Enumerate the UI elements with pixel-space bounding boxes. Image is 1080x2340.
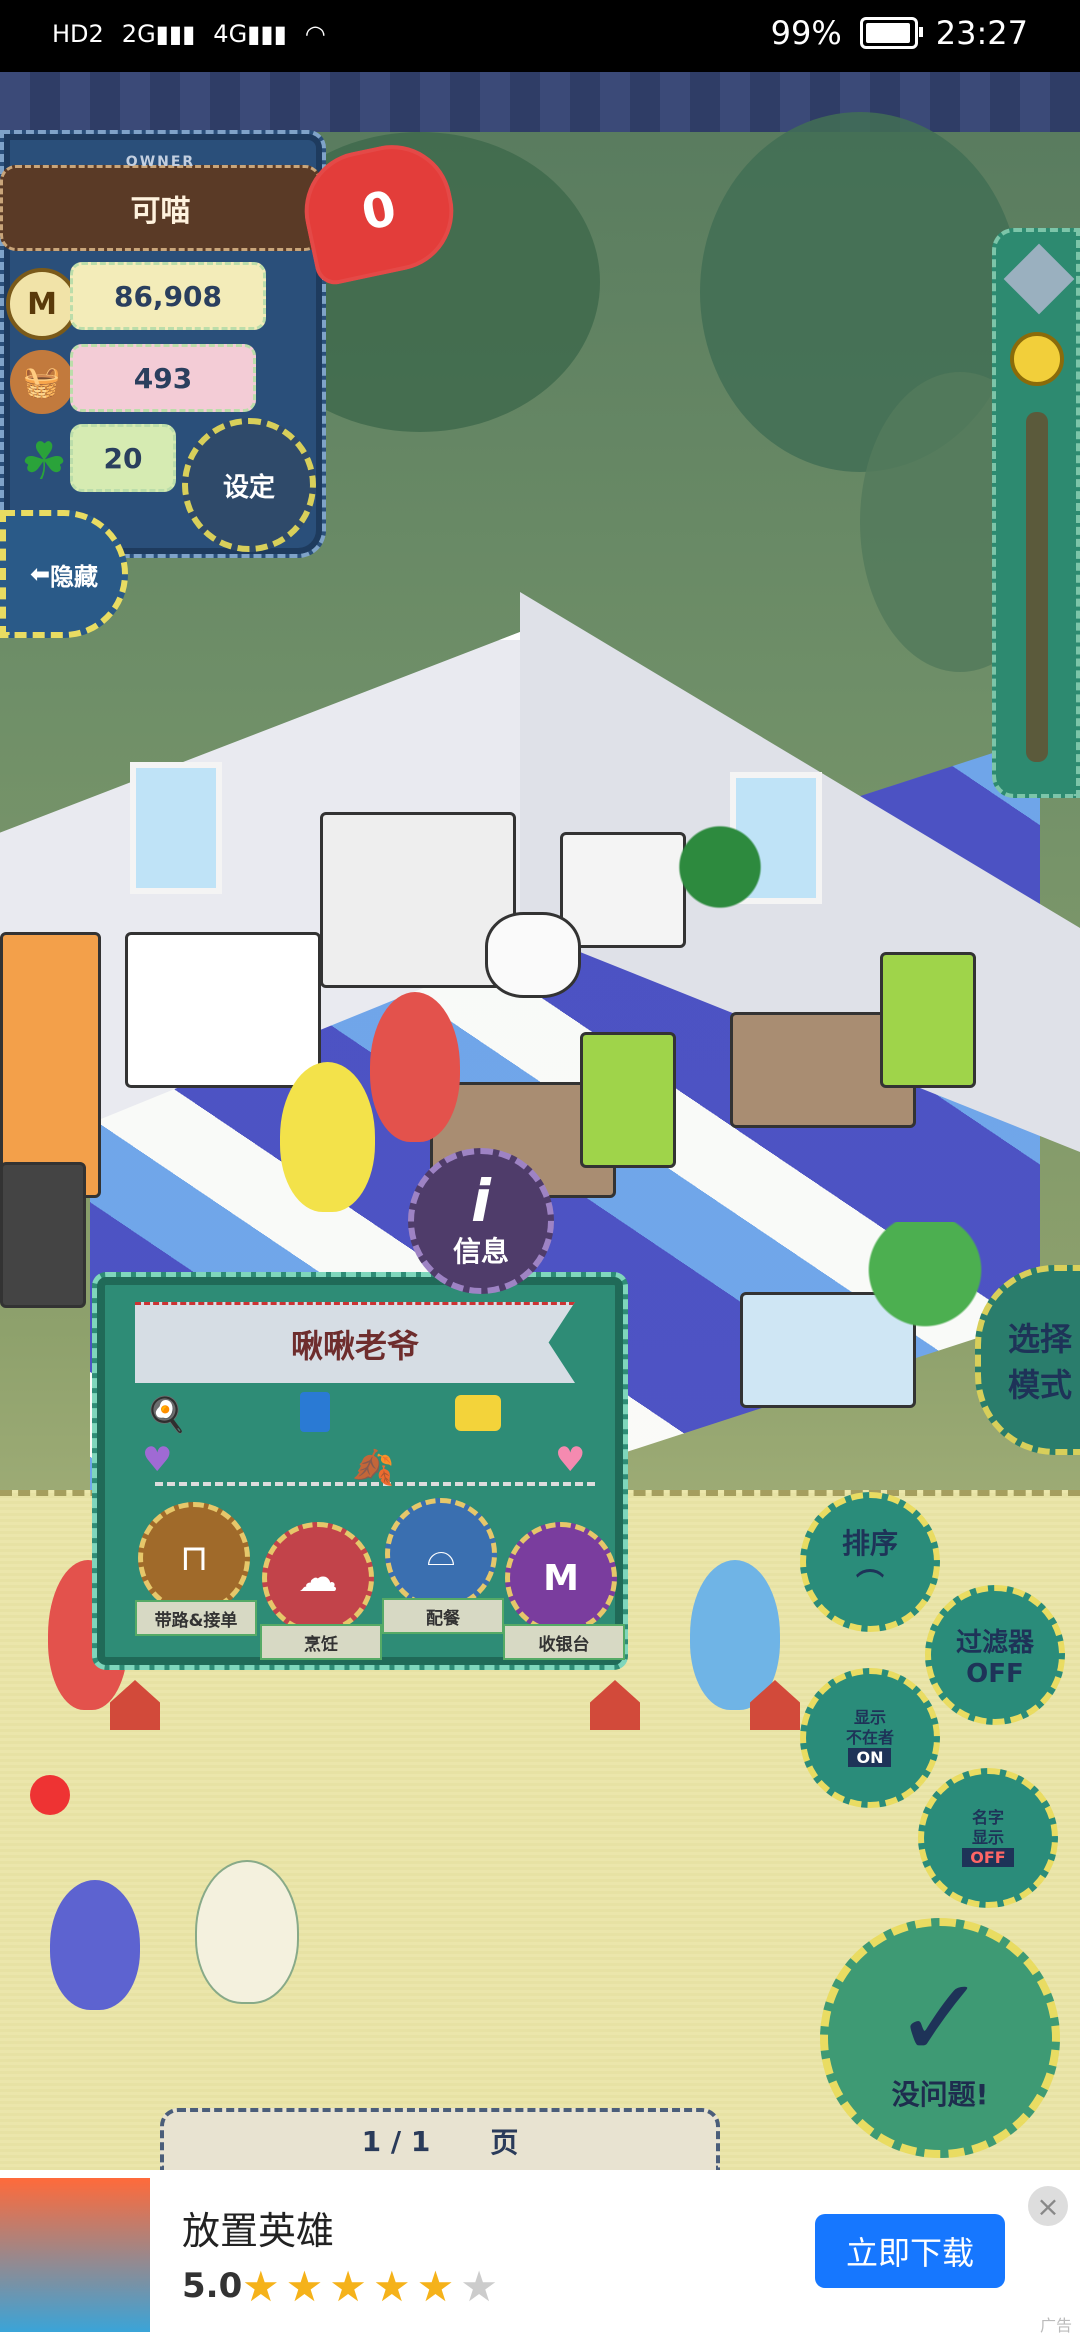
toggle-off-indicator: OFF [962, 1848, 1014, 1867]
close-icon[interactable]: × [1028, 2186, 1068, 2226]
page-unit: 页 [490, 2126, 519, 2159]
staff-character[interactable] [50, 1880, 140, 2010]
heart-icon: ♥ [555, 1440, 586, 1480]
info-icon: i [471, 1167, 491, 1235]
ad-label: 广告 [1039, 2316, 1072, 2335]
owner-tag: OWNER [125, 154, 196, 170]
location-pin-icon [30, 1775, 70, 1815]
mushroom-decoration[interactable] [855, 1222, 995, 1342]
status-bar: HD2 2G▮▮▮ 4G▮▮▮ ◠ 99% 23:27 [0, 0, 1080, 72]
ad-banner[interactable]: 放置英雄 5.0 ★★★★★★ 立即下载 × 广告 [0, 2170, 1080, 2340]
signal-4g-icon: 4G▮▮▮ [213, 20, 287, 48]
skill-cooking-button[interactable]: ☁ [262, 1522, 374, 1634]
coin-counter: 86,908 [70, 262, 266, 330]
sort-button[interactable]: 排序 ⌒ [800, 1492, 940, 1632]
clover-icon: ☘ [20, 432, 68, 492]
sun-icon[interactable] [1010, 332, 1064, 386]
chef-hat-icon: ☁ [298, 1555, 338, 1601]
skill-guide-order-button[interactable]: ⊓ [138, 1502, 250, 1614]
settings-button[interactable]: 设定 [182, 418, 316, 552]
book-icon [300, 1392, 330, 1432]
staff-character[interactable] [690, 1560, 780, 1710]
rice-cooker[interactable] [485, 912, 581, 998]
food-basket-icon: 🧺 [10, 350, 74, 414]
clover-value: 20 [103, 441, 143, 475]
battery-percent: 99% [770, 14, 842, 52]
cheese-icon [455, 1395, 501, 1431]
kitchen-cabinet[interactable] [125, 932, 321, 1088]
serving-icon: ⌓ [426, 1533, 456, 1574]
confirm-button[interactable]: ✓ 没问题! [820, 1918, 1060, 2158]
skill-serving-button[interactable]: ⌓ [385, 1498, 497, 1610]
cube-icon [1003, 243, 1075, 315]
skill-label: 烹饪 [260, 1624, 382, 1660]
chair[interactable] [580, 1032, 676, 1168]
coin-value: 86,908 [113, 279, 223, 313]
ad-title[interactable]: 放置英雄 [182, 2200, 334, 2255]
claw-icon: ⌒ [855, 1567, 884, 1600]
bunting-decoration [0, 72, 1080, 132]
food-value: 493 [133, 361, 193, 395]
zoom-slider[interactable] [992, 228, 1080, 798]
page-indicator: 1 / 1 [361, 2124, 431, 2158]
skill-register-button[interactable]: M [505, 1522, 617, 1634]
hide-button[interactable]: ⬅ 隐藏 [0, 510, 128, 638]
slider-track[interactable] [1026, 412, 1048, 762]
star-rating: ★★★★★★ [242, 2262, 504, 2311]
refrigerator[interactable] [0, 932, 101, 1198]
info-button[interactable]: i 信息 [408, 1148, 554, 1294]
employee-name-banner: 啾啾老爷 [135, 1302, 575, 1383]
coin-icon: M [6, 268, 78, 340]
owner-nameplate: OWNER 可喵 [0, 154, 321, 251]
skill-label: 带路&接单 [135, 1600, 257, 1636]
heart-count: 0 [356, 180, 402, 242]
pager: 1 / 1 页 [160, 2108, 720, 2170]
wifi-icon: ◠ [304, 20, 326, 48]
hd-indicator: HD2 [52, 20, 104, 48]
chair[interactable] [880, 952, 976, 1088]
filter-button[interactable]: 过滤器 OFF [925, 1585, 1065, 1725]
broken-heart-icon: ♥ [142, 1440, 173, 1480]
download-button[interactable]: 立即下载 [815, 2214, 1005, 2288]
chef-hat-icon: 🍳 [145, 1395, 188, 1435]
clock: 23:27 [935, 14, 1028, 52]
checkmark-icon: ✓ [893, 1954, 987, 2082]
skill-label: 配餐 [382, 1598, 504, 1634]
food-icon: 🍂 [352, 1448, 395, 1488]
potted-plant[interactable] [655, 792, 785, 942]
window-left [130, 762, 222, 894]
show-name-toggle[interactable]: 名字 显示 OFF [918, 1768, 1058, 1908]
skill-label: 收银台 [503, 1624, 625, 1660]
food-counter: 493 [70, 344, 256, 412]
arrow-left-icon: ⬅ [29, 560, 51, 588]
ad-rating: 5.0 [182, 2266, 243, 2306]
employee-name: 啾啾老爷 [290, 1327, 419, 1365]
toggle-on-indicator: ON [848, 1748, 892, 1767]
show-absent-toggle[interactable]: 显示 不在者 ON [800, 1668, 940, 1808]
battery-icon [859, 17, 923, 49]
cat-character[interactable] [370, 992, 460, 1142]
signal-2g-icon: 2G▮▮▮ [121, 20, 196, 48]
table-icon: ⊓ [179, 1537, 209, 1579]
bear-character[interactable] [280, 1062, 375, 1212]
clover-counter: 20 [70, 424, 176, 492]
coffee-machine[interactable] [0, 1162, 86, 1308]
staff-character[interactable] [195, 1860, 299, 2004]
register-icon: M [543, 1557, 579, 1599]
ad-game-thumbnail[interactable] [0, 2178, 150, 2332]
owner-name: 可喵 [130, 194, 191, 229]
